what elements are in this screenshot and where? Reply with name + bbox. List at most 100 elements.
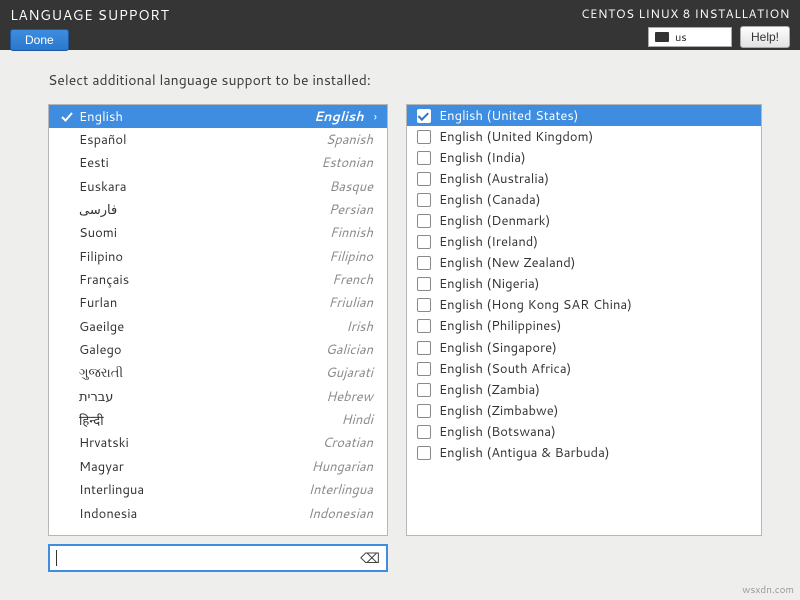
- language-native-label: Interlingua: [79, 481, 144, 499]
- language-row[interactable]: GalegoGalician: [49, 338, 387, 361]
- language-row[interactable]: InterlinguaInterlingua: [49, 479, 387, 502]
- language-native-label: English: [79, 108, 123, 126]
- locale-row[interactable]: English (Ireland): [407, 232, 761, 253]
- language-native-label: Hrvatski: [79, 434, 129, 452]
- language-english-label: Estonian: [321, 154, 377, 172]
- language-row[interactable]: Indonesia Indonesian: [49, 502, 387, 525]
- language-native-label: Suomi: [79, 224, 117, 242]
- locale-row[interactable]: English (New Zealand): [407, 253, 761, 274]
- locale-row[interactable]: English (United Kingdom): [407, 126, 761, 147]
- keyboard-indicator[interactable]: us: [648, 27, 732, 47]
- search-row: ⌫: [48, 544, 388, 572]
- installer-title: CENTOS LINUX 8 INSTALLATION: [581, 5, 790, 22]
- locale-row[interactable]: English (Nigeria): [407, 274, 761, 295]
- locale-checkbox[interactable]: [417, 151, 431, 165]
- locale-checkbox[interactable]: [417, 362, 431, 376]
- locale-label: English (Zimbabwe): [439, 402, 558, 420]
- locale-checkbox[interactable]: [417, 256, 431, 270]
- language-row[interactable]: Magyar Hungarian: [49, 455, 387, 478]
- locale-checkbox[interactable]: [417, 425, 431, 439]
- language-row[interactable]: فارسیPersian: [49, 198, 387, 221]
- language-native-label: Español: [79, 131, 127, 149]
- language-english-label: Hindi: [341, 411, 377, 429]
- language-native-label: עברית: [79, 388, 113, 406]
- locale-row[interactable]: English (Hong Kong SAR China): [407, 295, 761, 316]
- locale-checkbox[interactable]: [417, 319, 431, 333]
- locale-checkbox[interactable]: [417, 172, 431, 186]
- locale-label: English (Zambia): [439, 381, 540, 399]
- language-english-label: Croatian: [322, 434, 377, 452]
- locale-label: English (United Kingdom): [439, 128, 593, 146]
- locale-checkbox[interactable]: [417, 109, 431, 123]
- language-native-label: Euskara: [79, 178, 127, 196]
- locale-label: English (Nigeria): [439, 275, 539, 293]
- language-native-label: Indonesia: [79, 505, 137, 523]
- language-row[interactable]: Español Spanish: [49, 128, 387, 151]
- text-cursor: [56, 550, 57, 566]
- locale-row[interactable]: English (Zimbabwe): [407, 400, 761, 421]
- locale-row[interactable]: English (Botswana): [407, 421, 761, 442]
- locale-row[interactable]: English (Singapore): [407, 337, 761, 358]
- language-row[interactable]: Hrvatski Croatian: [49, 432, 387, 455]
- locale-label: English (Singapore): [439, 339, 557, 357]
- search-input[interactable]: ⌫: [48, 544, 388, 572]
- language-row[interactable]: ગુજરાતીGujarati: [49, 362, 387, 385]
- help-button[interactable]: Help!: [740, 26, 790, 48]
- locale-label: English (India): [439, 149, 526, 167]
- language-row[interactable]: FurlanFriulian: [49, 292, 387, 315]
- locale-row[interactable]: English (South Africa): [407, 358, 761, 379]
- language-english-label: Hebrew: [326, 388, 377, 406]
- language-english-label: Indonesian: [308, 505, 377, 523]
- chevron-right-icon: ›: [374, 108, 377, 125]
- locale-row[interactable]: English (India): [407, 147, 761, 168]
- language-row[interactable]: English English ›: [49, 105, 387, 128]
- locale-label: English (Denmark): [439, 212, 550, 230]
- locale-checkbox[interactable]: [417, 235, 431, 249]
- locale-label: English (New Zealand): [439, 254, 576, 272]
- locale-row[interactable]: English (Denmark): [407, 210, 761, 231]
- language-row[interactable]: EuskaraBasque: [49, 175, 387, 198]
- locale-list[interactable]: English (United States) English (United K…: [406, 104, 762, 536]
- locale-label: English (Canada): [439, 191, 541, 209]
- language-row[interactable]: FrançaisFrench: [49, 268, 387, 291]
- lists-container: English English › Español Spanish Eesti Estoni…: [48, 104, 762, 536]
- language-row[interactable]: Eesti Estonian: [49, 152, 387, 175]
- locale-row[interactable]: English (Canada): [407, 189, 761, 210]
- locale-checkbox[interactable]: [417, 341, 431, 355]
- language-native-label: Eesti: [79, 154, 109, 172]
- locale-row[interactable]: English (Philippines): [407, 316, 761, 337]
- locale-checkbox[interactable]: [417, 383, 431, 397]
- locale-checkbox[interactable]: [417, 277, 431, 291]
- locale-checkbox[interactable]: [417, 193, 431, 207]
- language-native-label: Filipino: [79, 248, 123, 266]
- keyboard-icon: [655, 32, 669, 42]
- locale-checkbox[interactable]: [417, 404, 431, 418]
- language-row[interactable]: FilipinoFilipino: [49, 245, 387, 268]
- content-area: Select additional language support to be…: [0, 50, 800, 580]
- language-native-label: فارسی: [79, 201, 117, 219]
- language-english-label: Irish: [346, 318, 377, 336]
- language-list[interactable]: English English › Español Spanish Eesti Estoni…: [48, 104, 388, 536]
- locale-row[interactable]: English (Antigua & Barbuda): [407, 443, 761, 464]
- language-row[interactable]: SuomiFinnish: [49, 222, 387, 245]
- clear-icon[interactable]: ⌫: [360, 548, 380, 568]
- language-english-label: Spanish: [326, 131, 377, 149]
- locale-checkbox[interactable]: [417, 214, 431, 228]
- locale-row[interactable]: English (Zambia): [407, 379, 761, 400]
- language-english-label: Friulian: [328, 294, 377, 312]
- language-row[interactable]: हिन्दीHindi: [49, 408, 387, 431]
- locale-label: English (South Africa): [439, 360, 571, 378]
- locale-checkbox[interactable]: [417, 446, 431, 460]
- locale-checkbox[interactable]: [417, 130, 431, 144]
- language-row[interactable]: GaeilgeIrish: [49, 315, 387, 338]
- locale-row[interactable]: English (United States): [407, 105, 761, 126]
- language-row[interactable]: עברית Hebrew: [49, 385, 387, 408]
- language-english-label: English: [314, 108, 368, 126]
- locale-label: English (Antigua & Barbuda): [439, 444, 610, 462]
- locale-label: English (Botswana): [439, 423, 556, 441]
- locale-row[interactable]: English (Australia): [407, 168, 761, 189]
- done-button[interactable]: Done: [10, 29, 69, 51]
- language-english-label: Hungarian: [312, 458, 377, 476]
- locale-checkbox[interactable]: [417, 298, 431, 312]
- language-native-label: Magyar: [79, 458, 124, 476]
